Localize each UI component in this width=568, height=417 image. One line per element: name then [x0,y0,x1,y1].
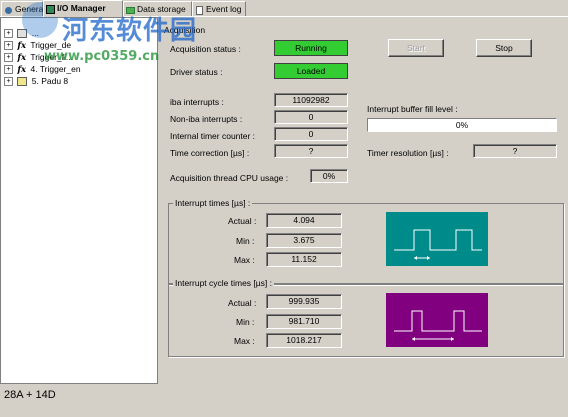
iba-interrupts-value: 11092982 [274,93,348,107]
function-icon: fx [17,65,27,75]
non-iba-interrupts-value: 0 [274,110,348,124]
tab-bar: General I/O Manager Data storage Event l… [0,0,568,17]
non-iba-interrupts-label: Non-iba interrupts : [170,114,243,124]
expand-icon[interactable]: + [4,41,13,51]
internal-timer-counter-label: Internal timer counter : [170,131,256,141]
stop-button[interactable]: Stop [476,39,532,57]
watermark-url: www.pc0359.cn [44,49,160,64]
interrupt-max-label: Max : [234,255,255,265]
tab-event-log-label: Event log [206,4,242,14]
tab-io-manager[interactable]: I/O Manager [43,0,123,17]
expand-icon[interactable]: + [4,53,13,63]
module-tree[interactable]: + ... + fx Trigger_de + fx Trigger_fi...… [0,17,158,384]
iba-interrupts-label: iba interrupts : [170,97,224,107]
interrupt-actual-value: 4.094 [266,213,342,228]
acquisition-status-indicator: Running [274,40,348,56]
cycle-max-value: 1018.217 [266,333,342,348]
interrupt-cycle-times-group: Interrupt cycle times [µs] : [168,278,564,357]
cycle-actual-value: 999.935 [266,294,342,309]
tree-item[interactable]: + fx 4. Trigger_en [4,63,81,75]
general-icon [4,5,13,14]
cpu-usage-value: 0% [310,169,348,183]
cpu-usage-label: Acquisition thread CPU usage : [170,173,289,183]
io-manager-icon [46,4,55,14]
cycle-max-label: Max : [234,336,255,346]
interrupt-cycle-times-title: Interrupt cycle times [µs] : [173,278,275,288]
internal-timer-counter-value: 0 [274,127,348,141]
interrupt-times-diagram-bg [386,212,488,266]
cycle-actual-label: Actual : [228,298,257,308]
tree-item[interactable]: + 5. Padu 8 [4,75,68,87]
tree-item-label: 4. Trigger_en [30,64,81,74]
expand-icon[interactable]: + [4,77,13,87]
interrupt-min-value: 3.675 [266,233,342,248]
driver-status-label: Driver status : [170,67,223,77]
acquisition-panel: Acquisition Acquisition status : Running… [160,17,568,417]
start-button[interactable]: Start [388,39,444,57]
cycle-min-label: Min : [236,317,255,327]
time-correction-label: Time correction [µs] : [170,148,250,158]
timer-resolution-label: Timer resolution [µs] : [367,148,449,158]
expand-icon[interactable]: + [4,65,13,75]
driver-status-indicator: Loaded [274,63,348,79]
timer-resolution-value: ? [473,144,557,158]
interrupt-max-value: 11.152 [266,252,342,267]
interrupt-times-title: Interrupt times [µs] : [173,198,253,208]
expand-icon[interactable]: + [4,29,13,39]
interrupt-times-diagram [386,212,488,266]
buffer-fill-bar: 0% [367,118,557,132]
tab-io-manager-label: I/O Manager [57,3,106,13]
tab-event-log[interactable]: Event log [192,1,246,16]
padu-module-icon [17,77,28,87]
function-icon: fx [17,41,27,51]
tree-item-label: 5. Padu 8 [31,76,69,86]
interrupt-actual-label: Actual : [228,216,257,226]
buffer-fill-label: Interrupt buffer fill level : [367,104,458,114]
time-correction-value: ? [274,144,348,158]
function-icon: fx [17,53,27,63]
cycle-min-value: 981.710 [266,314,342,329]
interrupt-cycle-times-diagram [386,293,488,347]
interrupt-min-label: Min : [236,236,255,246]
signal-count-label: 28A + 14D [4,389,56,401]
